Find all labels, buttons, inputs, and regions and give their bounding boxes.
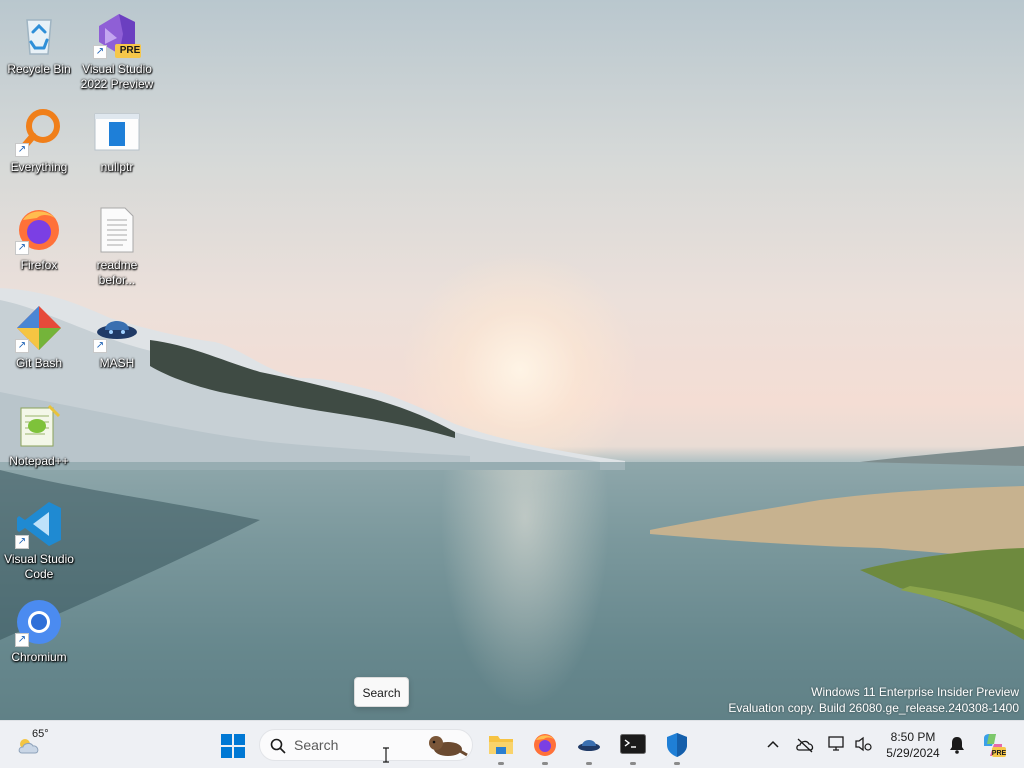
desktop-icon-label: Chromium xyxy=(11,650,67,664)
notifications-button[interactable] xyxy=(946,721,968,769)
desktop-icon-recycle-bin[interactable]: Recycle Bin xyxy=(0,4,78,96)
windows-logo-icon xyxy=(221,734,245,758)
text-document-icon xyxy=(100,207,134,253)
mash-ufo-icon xyxy=(578,740,600,751)
desktop-icon-label: readme befor... xyxy=(96,258,138,287)
windows-security-shield-icon xyxy=(667,733,687,757)
shortcut-arrow-icon: ↗ xyxy=(15,241,29,255)
desktop-icon-git-bash[interactable]: ↗ Git Bash xyxy=(0,298,78,390)
wallpaper-reflection xyxy=(440,470,610,710)
windows-evaluation-watermark: Windows 11 Enterprise Insider Preview Ev… xyxy=(728,684,1019,716)
shortcut-arrow-icon: ↗ xyxy=(15,633,29,647)
network-icon xyxy=(828,736,844,751)
shortcut-arrow-icon: ↗ xyxy=(15,535,29,549)
start-button[interactable] xyxy=(216,721,250,769)
search-tooltip: Search xyxy=(354,677,409,707)
notification-bell-icon xyxy=(950,737,964,754)
taskbar-app-firefox[interactable] xyxy=(527,721,563,769)
desktop-icon-readme[interactable]: readme befor... xyxy=(78,200,156,292)
taskbar-app-windows-security[interactable] xyxy=(659,721,695,769)
taskbar-app-mash[interactable] xyxy=(571,721,607,769)
desktop-icon-mash[interactable]: ↗ MASH xyxy=(78,298,156,390)
shortcut-arrow-icon: ↗ xyxy=(93,45,107,59)
desktop-icon-label: nullptr xyxy=(100,160,134,174)
firefox-icon xyxy=(534,734,556,756)
desktop-icon-chromium[interactable]: ↗ Chromium xyxy=(0,592,78,684)
desktop-icon-label: Everything xyxy=(10,160,68,174)
running-indicator xyxy=(498,762,504,765)
desktop-icon-label: Git Bash xyxy=(15,356,63,370)
weather-widget[interactable]: 65° xyxy=(12,721,72,769)
desktop-icon-label: Recycle Bin xyxy=(7,62,71,76)
network-status[interactable] xyxy=(825,721,849,769)
copilot-button[interactable]: PRE xyxy=(978,721,1008,769)
taskbar-app-terminal[interactable] xyxy=(615,721,651,769)
watermark-build: Evaluation copy. Build 26080.ge_release.… xyxy=(728,701,1019,715)
desktop-icon-everything[interactable]: ↗ Everything xyxy=(0,102,78,194)
chevron-up-icon xyxy=(767,740,779,748)
clock-date: 5/29/2024 xyxy=(886,746,940,760)
show-hidden-icons-button[interactable] xyxy=(762,721,784,769)
running-indicator xyxy=(542,762,548,765)
running-indicator xyxy=(674,762,680,765)
desktop-icon-notepad-plus-plus[interactable]: Notepad++ xyxy=(0,396,78,488)
desktop-icon-label: Visual Studio Code xyxy=(4,552,74,581)
svg-text:PRE: PRE xyxy=(992,750,1006,757)
shortcut-arrow-icon: ↗ xyxy=(15,143,29,157)
copilot-icon: PRE xyxy=(984,734,1006,757)
desktop-icon-visual-studio-code[interactable]: ↗ Visual Studio Code xyxy=(0,494,78,586)
desktop-icon-visual-studio-2022-preview[interactable]: PRE ↗ Visual Studio 2022 Preview xyxy=(78,4,156,96)
clock-time: 8:50 PM xyxy=(890,730,936,744)
search-icon xyxy=(270,738,286,754)
desktop-icon-label: Notepad++ xyxy=(9,454,69,468)
text-cursor-icon xyxy=(383,747,389,763)
pre-badge: PRE xyxy=(119,45,141,56)
search-placeholder: Search xyxy=(294,737,339,753)
search-highlight-otter-icon xyxy=(429,736,468,757)
taskbar: 65° Search 8:50 PM 5/29/2024 PRE xyxy=(0,720,1024,768)
clock[interactable]: 8:50 PM 5/29/2024 xyxy=(876,721,950,769)
notepad-plus-plus-icon xyxy=(20,404,61,447)
terminal-icon xyxy=(620,734,646,754)
file-explorer-icon xyxy=(489,736,513,754)
shortcut-arrow-icon: ↗ xyxy=(15,339,29,353)
onedrive-status[interactable] xyxy=(793,721,817,769)
desktop-icon-nullptr[interactable]: nullptr xyxy=(78,102,156,194)
volume-status[interactable] xyxy=(851,721,875,769)
desktop-icon-label: Firefox xyxy=(20,258,58,272)
desktop[interactable]: Recycle Bin PRE ↗ Visual Studio 2022 Pre… xyxy=(0,0,1024,720)
onedrive-offline-icon xyxy=(796,738,814,753)
taskbar-search-box[interactable]: Search xyxy=(259,729,473,761)
running-indicator xyxy=(586,762,592,765)
weather-temperature: 65° xyxy=(32,728,49,740)
sound-icon xyxy=(855,736,872,752)
recycle-bin-icon xyxy=(26,19,52,55)
running-indicator xyxy=(630,762,636,765)
watermark-edition: Windows 11 Enterprise Insider Preview xyxy=(811,685,1019,699)
window-app-icon xyxy=(94,113,140,151)
desktop-icon-firefox[interactable]: ↗ Firefox xyxy=(0,200,78,292)
taskbar-app-file-explorer[interactable] xyxy=(483,721,519,769)
shortcut-arrow-icon: ↗ xyxy=(93,339,107,353)
desktop-icon-label: MASH xyxy=(99,356,135,370)
desktop-icon-label: Visual Studio 2022 Preview xyxy=(80,62,154,91)
